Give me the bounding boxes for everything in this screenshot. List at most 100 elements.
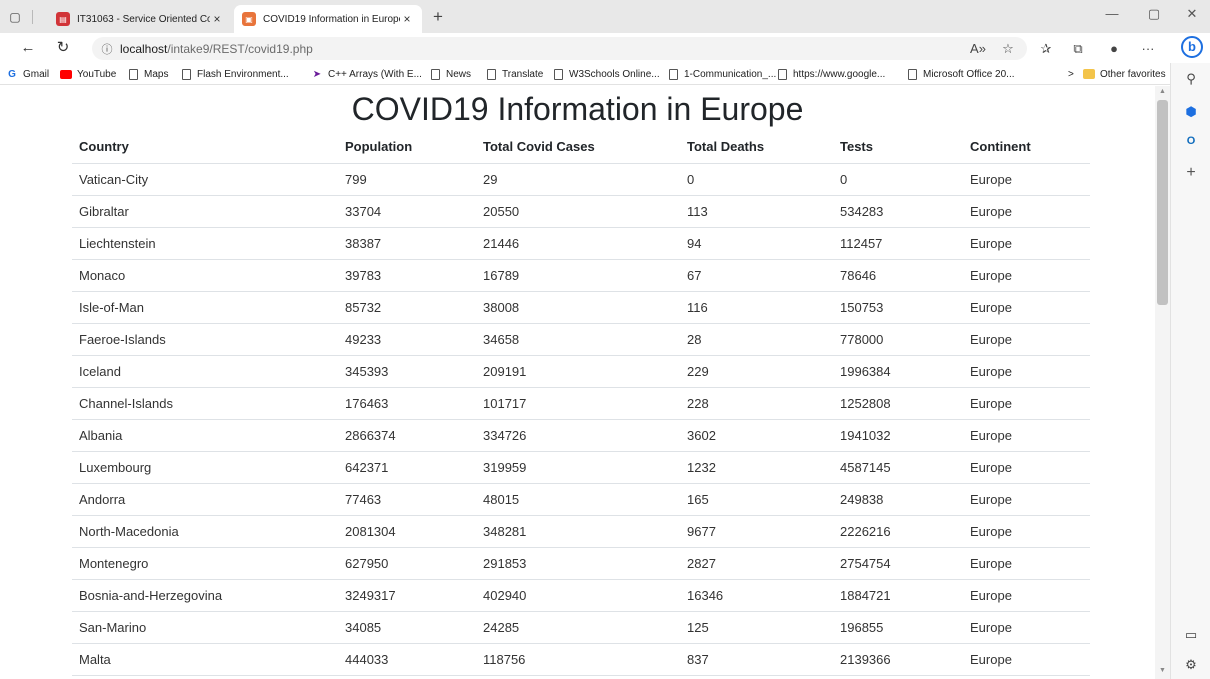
cell-population: 642371 xyxy=(338,451,476,484)
cell-continent: Europe xyxy=(963,451,1090,484)
favorite-communication[interactable]: 1-Communication_... xyxy=(667,66,776,82)
scrollbar-thumb[interactable] xyxy=(1157,100,1168,305)
favorites-icon[interactable]: ✰ xyxy=(1036,40,1056,58)
edge-sidebar: ⚲ ⬢ O + ▭ ⚙ xyxy=(1170,63,1210,679)
info-icon[interactable]: ⓘ xyxy=(94,41,120,57)
cell-total-cases: 101717 xyxy=(476,387,680,420)
page-icon xyxy=(485,68,497,80)
cell-population: 2866374 xyxy=(338,419,476,452)
table-row: Isle-of-Man 85732 38008 116 150753 Europe xyxy=(72,291,1090,324)
collections-icon[interactable]: ⧉ xyxy=(1068,40,1088,58)
pdf-icon: ▤ xyxy=(56,12,70,26)
tab-covid19[interactable]: ▣ COVID19 Information in Europe × xyxy=(234,5,422,33)
favorite-label: Gmail xyxy=(23,68,50,80)
favorite-microsoft-office[interactable]: Microsoft Office 20... xyxy=(906,66,1015,82)
favorite-label: Translate xyxy=(502,68,544,80)
page-scrollbar[interactable]: ▲ ▼ xyxy=(1155,86,1170,679)
page-icon xyxy=(776,68,788,80)
table-row: Liechtenstein 38387 21446 94 112457 Europe xyxy=(72,227,1090,260)
cell-country: San-Marino xyxy=(72,611,338,644)
close-window-button[interactable]: ✕ xyxy=(1176,6,1208,26)
cell-population: 799 xyxy=(338,163,476,196)
add-sidebar-app-icon[interactable]: + xyxy=(1181,163,1201,183)
cell-country: Vatican-City xyxy=(72,163,338,196)
cell-population: 85732 xyxy=(338,291,476,324)
favorite-news[interactable]: News xyxy=(429,66,471,82)
search-icon[interactable]: ⚲ xyxy=(1181,69,1201,89)
covid-table: Country Population Total Covid Cases Tot… xyxy=(72,131,1090,676)
scroll-up-arrow-icon[interactable]: ▲ xyxy=(1155,88,1170,98)
favorite-cpp-arrays[interactable]: ➤ C++ Arrays (With E... xyxy=(311,66,422,82)
cell-total-deaths: 16346 xyxy=(680,579,833,612)
cell-country: Liechtenstein xyxy=(72,227,338,260)
cell-total-deaths: 116 xyxy=(680,291,833,324)
tab-service-oriented[interactable]: ▤ IT31063 - Service Oriented Comp × xyxy=(48,5,232,33)
cell-tests: 1252808 xyxy=(833,387,963,420)
cell-tests: 0 xyxy=(833,163,963,196)
restore-button[interactable]: ▢ xyxy=(1138,6,1170,26)
page-icon xyxy=(552,68,564,80)
favorite-youtube[interactable]: YouTube xyxy=(60,66,116,82)
cell-total-cases: 348281 xyxy=(476,515,680,548)
tab-divider xyxy=(32,10,33,24)
cell-total-cases: 209191 xyxy=(476,355,680,388)
favorite-label: Flash Environment... xyxy=(197,68,289,80)
cell-population: 39783 xyxy=(338,259,476,292)
cell-total-cases: 21446 xyxy=(476,227,680,260)
hide-sidebar-icon[interactable]: ▭ xyxy=(1181,625,1201,645)
refresh-icon[interactable]: ↻ xyxy=(53,39,73,57)
new-tab-button[interactable]: + xyxy=(427,8,449,28)
cell-tests: 1941032 xyxy=(833,419,963,452)
cell-country: Gibraltar xyxy=(72,195,338,228)
cell-tests: 150753 xyxy=(833,291,963,324)
cell-tests: 1884721 xyxy=(833,579,963,612)
address-bar[interactable]: ⓘ localhost /intake9/REST/covid19.php xyxy=(92,37,1027,60)
cell-population: 34085 xyxy=(338,611,476,644)
cell-total-deaths: 28 xyxy=(680,323,833,356)
cell-tests: 112457 xyxy=(833,227,963,260)
cell-total-cases: 48015 xyxy=(476,483,680,516)
favorite-gmail[interactable]: G Gmail xyxy=(6,66,49,82)
cell-total-deaths: 1232 xyxy=(680,451,833,484)
cell-tests: 778000 xyxy=(833,323,963,356)
minimize-button[interactable]: — xyxy=(1096,6,1128,26)
cell-total-cases: 291853 xyxy=(476,547,680,580)
url-path: /intake9/REST/covid19.php xyxy=(167,41,313,56)
url-host: localhost xyxy=(120,41,168,56)
cell-population: 627950 xyxy=(338,547,476,580)
profile-avatar-icon[interactable]: ● xyxy=(1104,40,1124,58)
cell-total-cases: 16789 xyxy=(476,259,680,292)
close-tab-icon[interactable]: × xyxy=(210,12,224,26)
favorite-label: Maps xyxy=(144,68,169,80)
read-aloud-icon[interactable]: A» xyxy=(968,40,988,58)
close-tab-icon[interactable]: × xyxy=(400,12,414,26)
add-favorite-icon[interactable]: ☆ xyxy=(998,40,1018,58)
favorite-google[interactable]: https://www.google... xyxy=(776,66,885,82)
back-arrow-icon[interactable]: ← xyxy=(18,39,38,57)
cell-population: 38387 xyxy=(338,227,476,260)
favorite-w3schools[interactable]: W3Schools Online... xyxy=(552,66,660,82)
cell-continent: Europe xyxy=(963,355,1090,388)
tab-actions-icon[interactable]: ▢ xyxy=(4,7,26,27)
cell-population: 444033 xyxy=(338,643,476,676)
scroll-down-arrow-icon[interactable]: ▼ xyxy=(1155,667,1170,677)
bing-chat-icon[interactable]: b xyxy=(1181,36,1203,58)
cell-population: 3249317 xyxy=(338,579,476,612)
more-menu-icon[interactable]: ··· xyxy=(1138,40,1158,58)
settings-gear-icon[interactable]: ⚙ xyxy=(1181,655,1201,675)
page-viewport: COVID19 Information in Europe Country Po… xyxy=(0,86,1155,679)
cell-total-deaths: 3602 xyxy=(680,419,833,452)
more-favorites-chevron-icon[interactable]: > xyxy=(1068,66,1074,82)
outlook-icon[interactable]: O xyxy=(1181,131,1201,151)
favorite-label: Microsoft Office 20... xyxy=(923,68,1015,80)
discover-icon[interactable]: ⬢ xyxy=(1181,102,1201,122)
tab-title: IT31063 - Service Oriented Comp xyxy=(77,13,210,25)
table-row: Montenegro 627950 291853 2827 2754754 Europe xyxy=(72,547,1090,580)
cell-total-deaths: 837 xyxy=(680,643,833,676)
favorite-translate[interactable]: Translate xyxy=(485,66,543,82)
favorite-flash-environment[interactable]: Flash Environment... xyxy=(180,66,289,82)
other-favorites-folder[interactable]: Other favorites xyxy=(1083,66,1166,82)
gmail-icon: G xyxy=(8,68,16,80)
favorite-maps[interactable]: Maps xyxy=(127,66,168,82)
cell-continent: Europe xyxy=(963,291,1090,324)
